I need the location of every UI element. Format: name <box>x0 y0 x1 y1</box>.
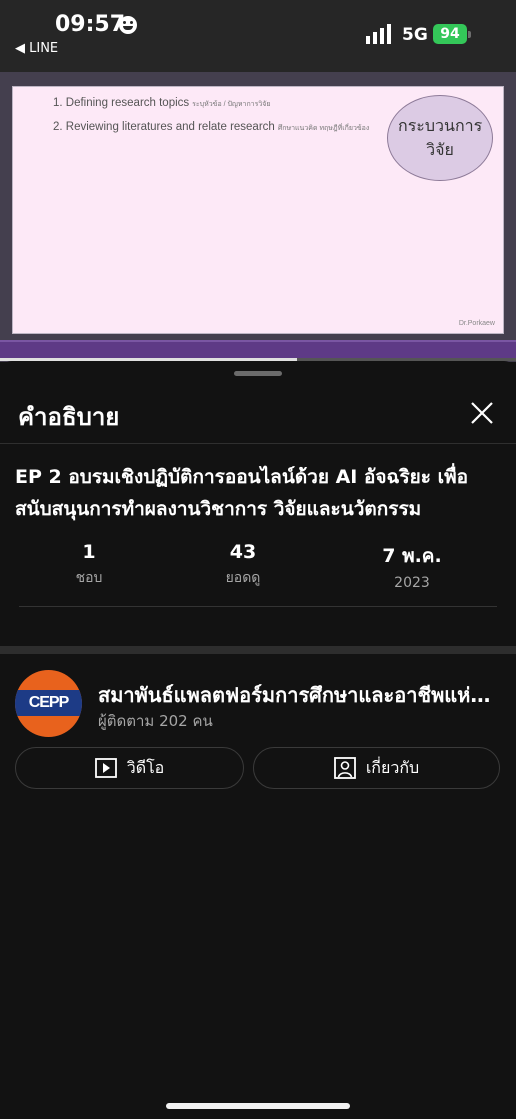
network-type: 5G <box>402 25 428 45</box>
play-video-icon <box>94 758 117 778</box>
status-time: 09:57 <box>55 12 126 37</box>
video-frame-slide: 1. Defining research topics ระบุหัวข้อ / … <box>12 86 504 334</box>
channel-name[interactable]: สมาพันธ์แพลตฟอร์มการศึกษาและอาชีพแห่งประ… <box>98 679 500 711</box>
person-icon <box>333 757 356 779</box>
slide-oval-text: กระบวนการวิจัย <box>398 116 483 159</box>
slide-line-2: 2. Reviewing literatures and relate rese… <box>53 121 369 134</box>
slide-oval-shape: กระบวนการวิจัย <box>387 95 493 181</box>
description-sheet: คำอธิบาย EP 2 อบรมเชิงปฏิบัติการออนไลน์ด… <box>0 361 516 1119</box>
sheet-drag-handle[interactable] <box>234 371 282 376</box>
slide-line-2-note: ศึกษาแนวคิด ทฤษฎีที่เกี่ยวข้อง <box>277 125 370 132</box>
slide-footer-band <box>0 340 516 358</box>
about-button-label: เกี่ยวกับ <box>365 757 420 777</box>
stats-divider <box>19 606 497 607</box>
videos-button-label: วิดีโอ <box>126 757 165 777</box>
avatar-logo-text: CEPP <box>28 694 70 711</box>
battery-tip <box>468 31 471 38</box>
stat-date: 7 พ.ค. 2023 <box>347 541 477 591</box>
section-divider <box>0 646 516 654</box>
stat-views-value: 43 <box>229 541 257 563</box>
video-title: EP 2 อบรมเชิงปฏิบัติการออนไลน์ด้วย AI อั… <box>15 466 469 520</box>
channel-avatar[interactable]: CEPP <box>15 670 82 737</box>
slide-credit: Dr.Porkaew <box>458 320 495 327</box>
home-indicator[interactable] <box>166 1103 350 1109</box>
stat-views: 43 ยอดดู <box>178 541 308 589</box>
signal-icon <box>366 24 391 44</box>
stat-likes: 1 ชอบ <box>24 541 154 589</box>
slide-line-1-text: 1. Defining research topics <box>53 97 190 109</box>
videos-button[interactable]: วิดีโอ <box>15 747 244 789</box>
video-player[interactable]: 1. Defining research topics ระบุหัวข้อ / … <box>0 72 516 362</box>
stat-date-value: 7 พ.ค. <box>382 545 442 567</box>
close-icon[interactable] <box>466 397 498 429</box>
stat-date-year: 2023 <box>394 575 430 591</box>
slide-line-1-note: ระบุหัวข้อ / ปัญหาการวิจัย <box>192 101 271 108</box>
status-bar: 09:57 ◀ LINE 5G 94 <box>0 0 516 72</box>
channel-subscribers: ผู้ติดตาม 202 คน <box>98 712 213 730</box>
stat-likes-label: ชอบ <box>75 570 103 586</box>
battery-icon: 94 <box>433 24 467 44</box>
stat-views-label: ยอดดู <box>225 570 261 586</box>
sheet-title: คำอธิบาย <box>18 403 120 431</box>
slide-line-2-text: 2. Reviewing literatures and relate rese… <box>53 121 275 133</box>
header-divider <box>0 443 516 444</box>
stat-likes-value: 1 <box>82 541 96 563</box>
about-button[interactable]: เกี่ยวกับ <box>253 747 500 789</box>
slide-line-1: 1. Defining research topics ระบุหัวข้อ / … <box>53 97 271 110</box>
back-to-line-link[interactable]: ◀ LINE <box>15 41 58 56</box>
smiley-icon <box>119 16 137 34</box>
